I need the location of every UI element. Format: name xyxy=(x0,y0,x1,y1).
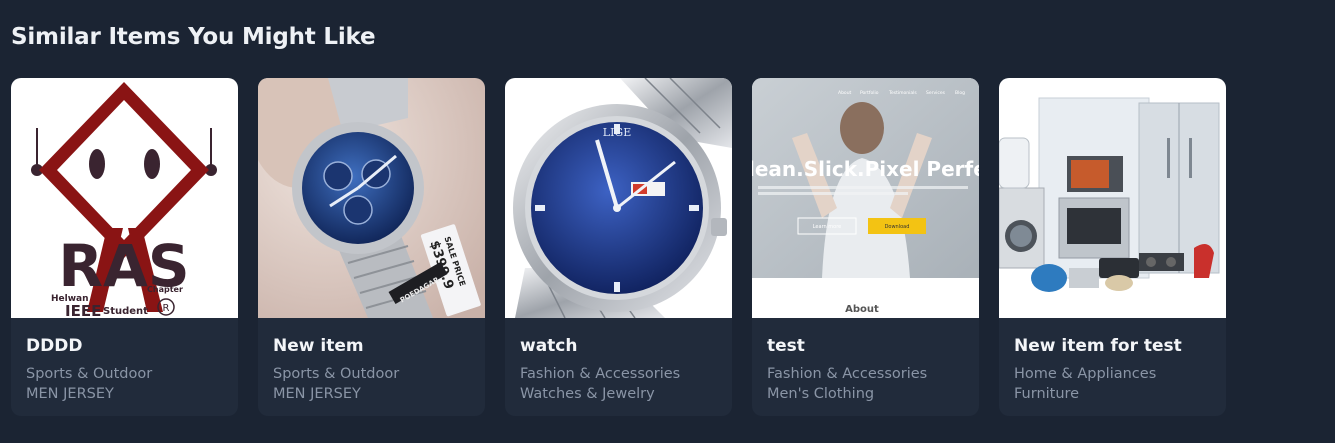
product-category: Fashion & Accessories xyxy=(520,366,681,382)
product-category: Sports & Outdoor xyxy=(273,366,400,382)
similar-items-list: RAS Helwan Chapter IEEE Student R DDDD S… xyxy=(11,78,1226,416)
logo-chapter-text: Chapter xyxy=(147,285,183,294)
logo-registered-mark: R xyxy=(163,303,170,314)
template-nav-services: Services xyxy=(926,90,946,96)
product-image[interactable]: RAS Helwan Chapter IEEE Student R xyxy=(11,78,238,318)
product-card[interactable]: LIGE watch Fashion & Accessories Watches… xyxy=(505,78,732,416)
product-subcategory: Men's Clothing xyxy=(767,386,875,402)
template-nav-portfolio: Portfolio xyxy=(860,90,879,96)
product-name[interactable]: test xyxy=(767,336,964,356)
product-subcategory: Furniture xyxy=(1014,386,1080,402)
product-image[interactable]: LIGE xyxy=(505,78,732,318)
section-title: Similar Items You Might Like xyxy=(11,24,376,50)
product-card[interactable]: SALE PRICE $399.9 POEDAGAR New item Spor… xyxy=(258,78,485,416)
template-download: Download xyxy=(885,224,910,230)
logo-student-text: Student xyxy=(103,306,148,317)
product-card[interactable]: New item for test Home & Appliances Furn… xyxy=(999,78,1226,416)
product-name[interactable]: New item xyxy=(273,336,470,356)
product-name[interactable]: DDDD xyxy=(26,336,223,356)
product-card[interactable]: RAS Helwan Chapter IEEE Student R DDDD S… xyxy=(11,78,238,416)
product-subcategory: Watches & Jewelry xyxy=(520,386,655,402)
logo-ieee-text: IEEE xyxy=(65,302,101,318)
template-nav-testimonials: Testimonials xyxy=(888,90,917,96)
product-category: Sports & Outdoor xyxy=(26,366,153,382)
product-image[interactable]: SALE PRICE $399.9 POEDAGAR xyxy=(258,78,485,318)
template-nav-about: About xyxy=(838,90,852,96)
product-category: Fashion & Accessories xyxy=(767,366,928,382)
product-subcategory: MEN JERSEY xyxy=(273,386,361,402)
product-category: Home & Appliances xyxy=(1014,366,1157,382)
template-headline: lean.Slick.Pixel Perfec xyxy=(752,157,979,181)
product-name[interactable]: watch xyxy=(520,336,717,356)
website-template-image: About Portfolio Testimonials Services Bl… xyxy=(752,78,979,318)
product-image[interactable] xyxy=(999,78,1226,318)
template-nav-blog: Blog xyxy=(955,90,965,96)
product-name[interactable]: New item for test xyxy=(1014,336,1211,356)
product-image[interactable]: About Portfolio Testimonials Services Bl… xyxy=(752,78,979,318)
home-appliances-image xyxy=(999,78,1226,318)
product-card[interactable]: About Portfolio Testimonials Services Bl… xyxy=(752,78,979,416)
template-learn-more: Learn more xyxy=(813,224,842,230)
chronograph-watch-image: SALE PRICE $399.9 POEDAGAR xyxy=(258,78,485,318)
blue-dial-watch-image: LIGE xyxy=(505,78,732,318)
template-about-heading: About xyxy=(845,304,879,315)
product-subcategory: MEN JERSEY xyxy=(26,386,114,402)
ras-logo-image: RAS Helwan Chapter IEEE Student R xyxy=(11,78,238,318)
